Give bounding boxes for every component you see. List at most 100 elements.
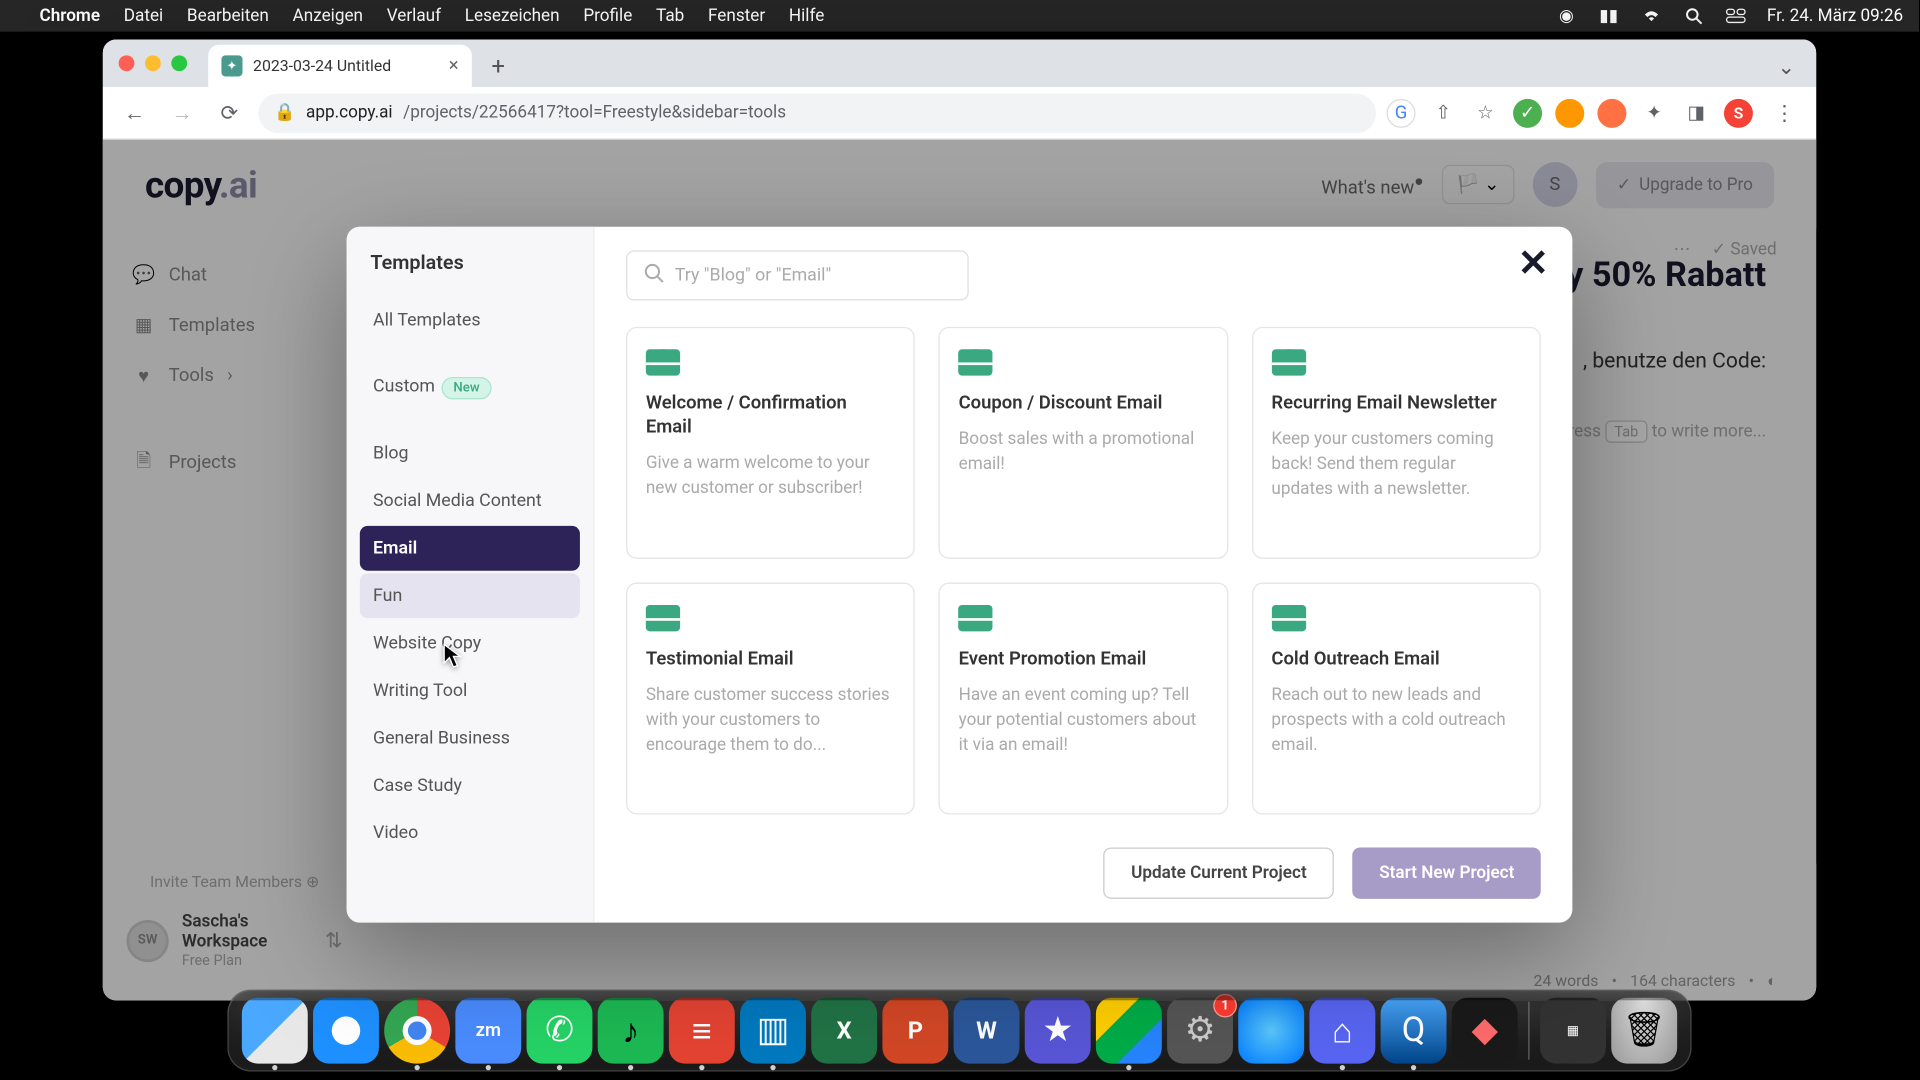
menu-anzeigen[interactable]: Anzeigen xyxy=(293,6,363,26)
menu-fenster[interactable]: Fenster xyxy=(708,6,765,26)
dock-drive[interactable] xyxy=(1096,998,1162,1064)
tab-strip: ✦ 2023-03-24 Untitled × + ⌄ xyxy=(103,40,1816,87)
dock-parallels[interactable]: ▦ xyxy=(1540,998,1606,1064)
dock-settings[interactable]: ⚙1 xyxy=(1167,998,1233,1064)
dock-app[interactable] xyxy=(1238,998,1304,1064)
dock-zoom[interactable]: zm xyxy=(455,998,521,1064)
category-video[interactable]: Video xyxy=(360,811,580,856)
mail-icon xyxy=(646,349,680,375)
wifi-icon[interactable] xyxy=(1640,5,1661,26)
address-bar[interactable]: 🔒 app.copy.ai/projects/22566417?tool=Fre… xyxy=(258,93,1376,133)
dock-todoist[interactable]: ≡ xyxy=(669,998,735,1064)
card-title: Cold Outreach Email xyxy=(1271,647,1521,671)
dock-chrome[interactable] xyxy=(384,998,450,1064)
extension-icon[interactable] xyxy=(1555,98,1584,127)
category-blog[interactable]: Blog xyxy=(360,431,580,476)
menu-hilfe[interactable]: Hilfe xyxy=(789,6,824,26)
template-card[interactable]: Event Promotion EmailHave an event comin… xyxy=(939,583,1228,815)
forward-button[interactable]: → xyxy=(163,94,200,131)
dock-imovie[interactable]: ★ xyxy=(1025,998,1091,1064)
new-badge: New xyxy=(443,378,490,398)
template-card[interactable]: Cold Outreach EmailReach out to new lead… xyxy=(1252,583,1541,815)
window-controls xyxy=(119,55,188,71)
search-icon xyxy=(643,262,664,288)
dock-excel[interactable]: X xyxy=(811,998,877,1064)
start-new-project-button[interactable]: Start New Project xyxy=(1353,847,1541,898)
reload-button[interactable]: ⟳ xyxy=(211,94,248,131)
template-card[interactable]: Recurring Email NewsletterKeep your cust… xyxy=(1252,327,1541,559)
category-case-study[interactable]: Case Study xyxy=(360,763,580,808)
search-input[interactable] xyxy=(675,265,952,286)
update-project-button[interactable]: Update Current Project xyxy=(1103,847,1334,898)
card-title: Welcome / Confirmation Email xyxy=(646,391,896,439)
card-title: Recurring Email Newsletter xyxy=(1271,391,1521,415)
mail-icon xyxy=(959,605,993,631)
url-host: app.copy.ai xyxy=(306,103,393,123)
dock-spotify[interactable]: ♪ xyxy=(598,998,664,1064)
chrome-menu-icon[interactable]: ⋮ xyxy=(1766,94,1803,131)
card-desc: Share customer success stories with your… xyxy=(646,684,896,759)
bookmark-icon[interactable]: ☆ xyxy=(1471,98,1500,127)
category-all-templates[interactable]: All Templates xyxy=(360,298,580,343)
translate-icon[interactable]: G xyxy=(1387,98,1416,127)
tab-favicon-icon: ✦ xyxy=(221,55,242,76)
back-button[interactable]: ← xyxy=(116,94,153,131)
extension-icon[interactable] xyxy=(1597,98,1626,127)
lock-icon: 🔒 xyxy=(274,103,295,123)
menu-lesezeichen[interactable]: Lesezeichen xyxy=(465,6,560,26)
dock-audio[interactable]: ◆ xyxy=(1452,998,1518,1064)
template-card[interactable]: Coupon / Discount EmailBoost sales with … xyxy=(939,327,1228,559)
dock-quicktime[interactable]: Q xyxy=(1381,998,1447,1064)
modal-title: Templates xyxy=(360,250,580,297)
card-desc: Boost sales with a promotional email! xyxy=(959,429,1209,479)
dock-word[interactable]: W xyxy=(954,998,1020,1064)
record-icon[interactable]: ◉ xyxy=(1556,5,1577,26)
mail-icon xyxy=(1271,349,1305,375)
menu-bearbeiten[interactable]: Bearbeiten xyxy=(187,6,269,26)
card-title: Testimonial Email xyxy=(646,647,896,671)
close-tab-icon[interactable]: × xyxy=(449,55,459,76)
new-tab-button[interactable]: + xyxy=(480,47,517,84)
menu-datei[interactable]: Datei xyxy=(124,6,163,26)
menu-tab[interactable]: Tab xyxy=(656,6,684,26)
tab-overflow-icon[interactable]: ⌄ xyxy=(1777,54,1795,79)
browser-tab[interactable]: ✦ 2023-03-24 Untitled × xyxy=(208,45,472,87)
menubar-clock[interactable]: Fr. 24. März 09:26 xyxy=(1767,6,1903,26)
control-center-icon[interactable] xyxy=(1725,5,1746,26)
category-writing-tool[interactable]: Writing Tool xyxy=(360,668,580,713)
menubar-app-name[interactable]: Chrome xyxy=(40,6,101,26)
close-window-button[interactable] xyxy=(119,55,135,71)
menu-profile[interactable]: Profile xyxy=(583,6,632,26)
category-email[interactable]: Email xyxy=(360,526,580,571)
category-general-business[interactable]: General Business xyxy=(360,716,580,761)
category-custom[interactable]: CustomNew xyxy=(360,364,580,410)
dock-whatsapp[interactable]: ✆ xyxy=(527,998,593,1064)
dock-safari[interactable] xyxy=(313,998,379,1064)
spotlight-icon[interactable] xyxy=(1683,5,1704,26)
template-search[interactable] xyxy=(626,250,969,300)
extensions-menu-icon[interactable]: ✦ xyxy=(1640,98,1669,127)
template-card[interactable]: Welcome / Confirmation EmailGive a warm … xyxy=(626,327,915,559)
dock-discord[interactable]: ⌂ xyxy=(1309,998,1375,1064)
extension-icon[interactable]: ✓ xyxy=(1513,98,1542,127)
profile-avatar[interactable]: S xyxy=(1724,98,1753,127)
close-modal-button[interactable]: ✕ xyxy=(1518,245,1549,282)
dock-finder[interactable] xyxy=(242,998,308,1064)
template-card[interactable]: Testimonial Email Share customer success … xyxy=(626,583,915,815)
category-social-media-content[interactable]: Social Media Content xyxy=(360,478,580,523)
browser-toolbar: ← → ⟳ 🔒 app.copy.ai/projects/22566417?to… xyxy=(103,87,1816,140)
category-website-copy[interactable]: Website Copy xyxy=(360,621,580,666)
dock-trash[interactable]: 🗑 xyxy=(1611,998,1677,1064)
share-icon[interactable]: ⇧ xyxy=(1429,98,1458,127)
mail-icon xyxy=(1271,605,1305,631)
modal-sidebar: Templates All Templates CustomNew BlogSoci… xyxy=(347,227,595,923)
menu-verlauf[interactable]: Verlauf xyxy=(387,6,441,26)
battery-icon[interactable]: ▮▮ xyxy=(1598,5,1619,26)
minimize-window-button[interactable] xyxy=(145,55,161,71)
dock-powerpoint[interactable]: P xyxy=(882,998,948,1064)
url-path: /projects/22566417?tool=Freestyle&sideba… xyxy=(403,103,786,123)
sidepanel-icon[interactable]: ◨ xyxy=(1682,98,1711,127)
dock-trello[interactable]: ▥ xyxy=(740,998,806,1064)
category-fun[interactable]: Fun xyxy=(360,573,580,618)
maximize-window-button[interactable] xyxy=(171,55,187,71)
